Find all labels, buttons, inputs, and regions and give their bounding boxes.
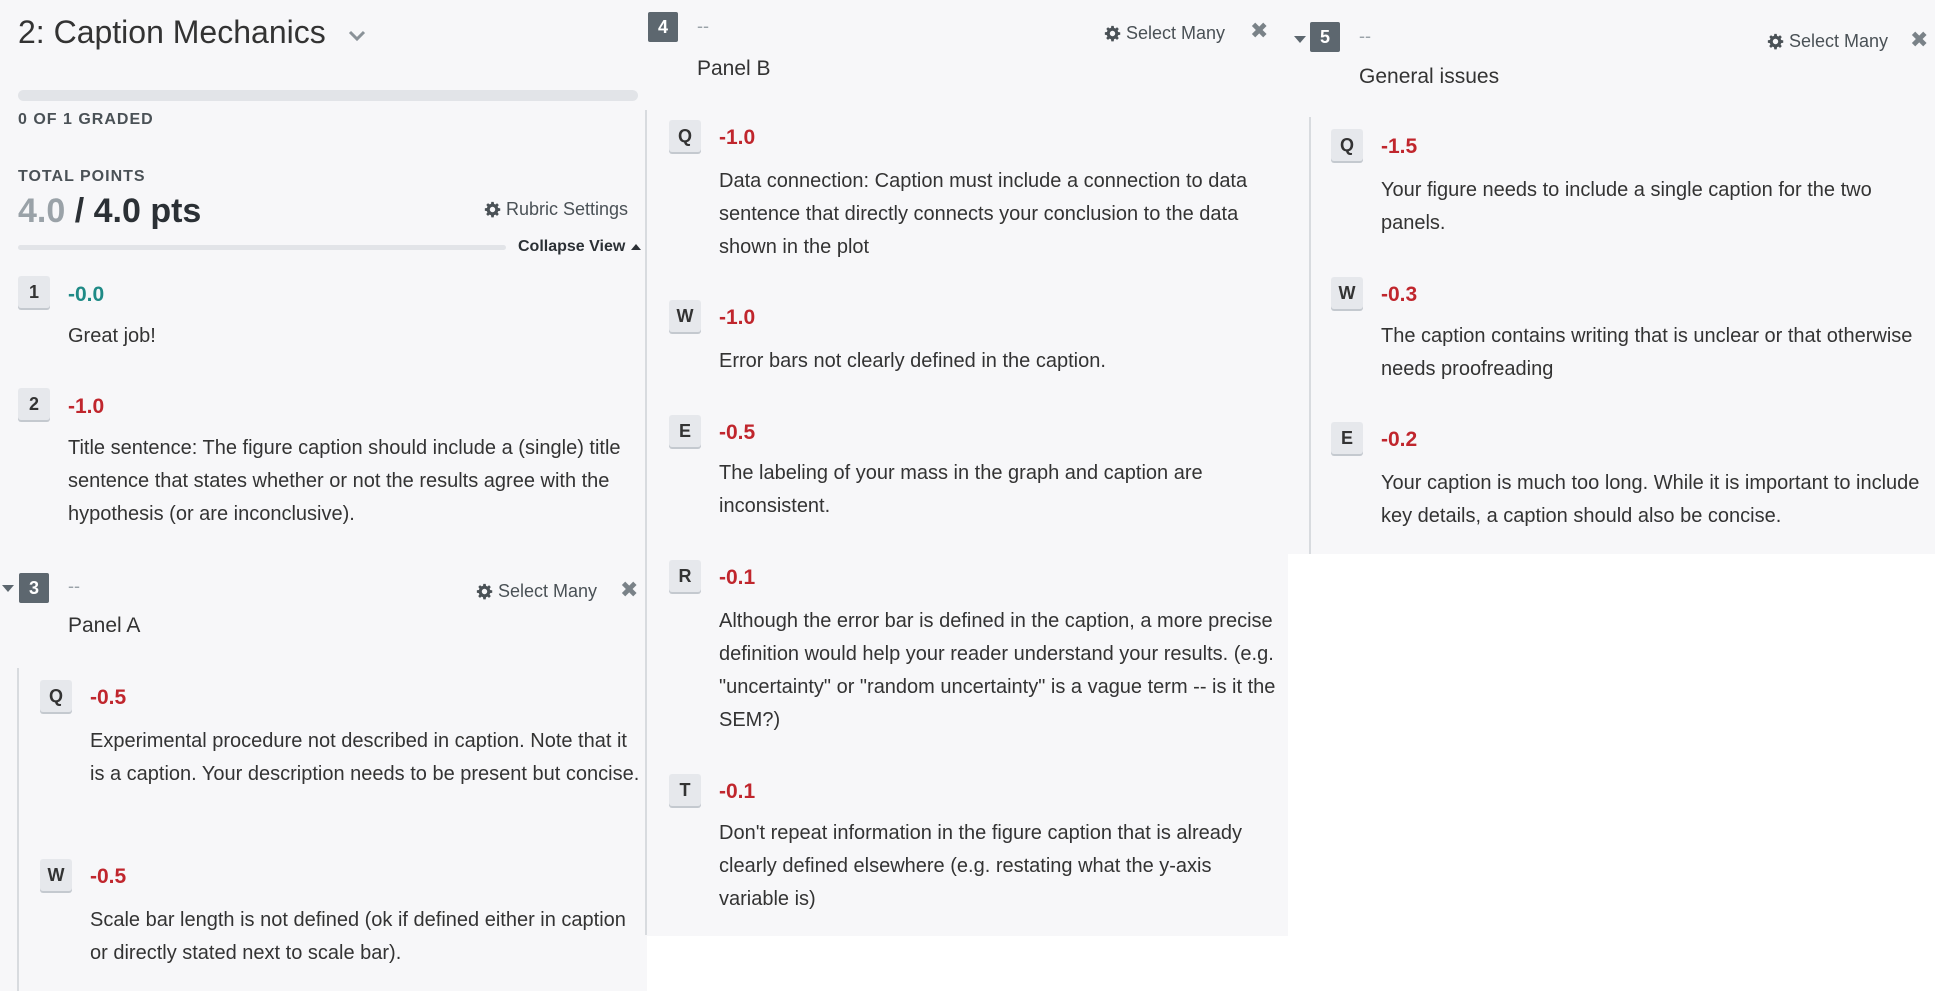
rubric-item-description[interactable]: Your figure needs to include a single ca… bbox=[1381, 174, 1931, 240]
rubric-column-3: 5 -- Select Many ✖ General issues Q -1.5… bbox=[1288, 0, 1935, 554]
rubric-group-title: Panel B bbox=[697, 57, 771, 80]
rubric-item-description[interactable]: Don't repeat information in the figure c… bbox=[719, 817, 1279, 916]
rubric-item-points[interactable]: -0.5 bbox=[90, 686, 126, 710]
rubric-item-key[interactable]: W bbox=[40, 859, 72, 891]
caret-down-icon[interactable] bbox=[1294, 36, 1306, 43]
rubric-item-points[interactable]: -0.0 bbox=[68, 283, 104, 307]
rubric-item-key[interactable]: 2 bbox=[18, 388, 50, 420]
rubric-item-points[interactable]: -1.0 bbox=[719, 126, 755, 150]
rubric-item-description[interactable]: The labeling of your mass in the graph a… bbox=[719, 457, 1279, 523]
group-indent-line bbox=[17, 668, 19, 991]
collapse-view-button[interactable]: Collapse View bbox=[518, 238, 642, 256]
rubric-item-description[interactable]: Experimental procedure not described in … bbox=[90, 725, 640, 791]
points-earned: 4.0 bbox=[18, 192, 66, 230]
group-points-placeholder: -- bbox=[1359, 26, 1371, 46]
rubric-item-key[interactable]: Q bbox=[40, 680, 72, 712]
rubric-item-points[interactable]: -1.5 bbox=[1381, 135, 1417, 159]
select-many-button[interactable]: Select Many bbox=[476, 581, 597, 602]
question-title: 2: Caption Mechanics bbox=[18, 14, 326, 50]
collapse-divider bbox=[18, 245, 506, 250]
graded-count: 0 OF 1 GRADED bbox=[18, 111, 154, 128]
rubric-group-title: General issues bbox=[1359, 65, 1500, 88]
rubric-item-points[interactable]: -0.2 bbox=[1381, 428, 1417, 452]
select-many-label: Select Many bbox=[1789, 31, 1889, 51]
rubric-item-description[interactable]: Data connection: Caption must include a … bbox=[719, 165, 1279, 264]
close-icon[interactable]: ✖ bbox=[620, 577, 638, 603]
caret-up-icon bbox=[631, 244, 642, 250]
collapse-view-label: Collapse View bbox=[518, 238, 626, 255]
rubric-item-description[interactable]: Although the error bar is defined in the… bbox=[719, 605, 1279, 737]
rubric-item-key[interactable]: Q bbox=[1331, 129, 1363, 161]
rubric-item-points[interactable]: -0.1 bbox=[719, 566, 755, 590]
rubric-item-description[interactable]: Great job! bbox=[68, 320, 638, 353]
rubric-item-points[interactable]: -1.0 bbox=[719, 306, 755, 330]
rubric-item-key[interactable]: E bbox=[669, 415, 701, 447]
rubric-group-key[interactable]: 4 bbox=[648, 12, 678, 42]
rubric-item-points[interactable]: -0.5 bbox=[719, 421, 755, 445]
rubric-item-description[interactable]: Scale bar length is not defined (ok if d… bbox=[90, 904, 640, 970]
chevron-down-icon[interactable] bbox=[346, 24, 368, 46]
rubric-item-key[interactable]: W bbox=[669, 300, 701, 332]
rubric-item-description[interactable]: Title sentence: The figure caption shoul… bbox=[68, 432, 638, 531]
grading-progress-bar bbox=[18, 90, 638, 101]
close-icon[interactable]: ✖ bbox=[1250, 18, 1268, 44]
rubric-item-key[interactable]: Q bbox=[669, 120, 701, 152]
group-points-placeholder: -- bbox=[68, 576, 80, 596]
select-many-label: Select Many bbox=[1126, 23, 1226, 43]
rubric-item-description[interactable]: Your caption is much too long. While it … bbox=[1381, 467, 1931, 533]
rubric-item-points[interactable]: -1.0 bbox=[68, 395, 104, 419]
rubric-item-description[interactable]: Error bars not clearly defined in the ca… bbox=[719, 345, 1279, 378]
rubric-item-points[interactable]: -0.5 bbox=[90, 865, 126, 889]
gear-icon bbox=[1767, 33, 1784, 50]
points-possible: / 4.0 pts bbox=[65, 192, 202, 230]
rubric-group-key[interactable]: 5 bbox=[1310, 22, 1340, 52]
rubric-group-key[interactable]: 3 bbox=[19, 573, 49, 603]
group-indent-line bbox=[1309, 117, 1311, 554]
rubric-item-key[interactable]: R bbox=[669, 560, 701, 592]
rubric-settings-label: Rubric Settings bbox=[506, 199, 629, 219]
rubric-item-points[interactable]: -0.3 bbox=[1381, 283, 1417, 307]
select-many-label: Select Many bbox=[498, 581, 598, 601]
total-points-label: TOTAL POINTS bbox=[18, 168, 146, 185]
rubric-group-title: Panel A bbox=[68, 614, 141, 637]
gear-icon bbox=[484, 201, 501, 218]
rubric-item-description[interactable]: The caption contains writing that is unc… bbox=[1381, 320, 1931, 386]
rubric-settings-button[interactable]: Rubric Settings bbox=[484, 199, 628, 220]
rubric-item-key[interactable]: E bbox=[1331, 422, 1363, 454]
rubric-item-key[interactable]: 1 bbox=[18, 276, 50, 308]
gear-icon bbox=[476, 583, 493, 600]
rubric-item-key[interactable]: W bbox=[1331, 277, 1363, 309]
caret-down-icon[interactable] bbox=[2, 585, 14, 592]
rubric-item-key[interactable]: T bbox=[669, 774, 701, 806]
rubric-column-1: 2: Caption Mechanics 0 OF 1 GRADED TOTAL… bbox=[0, 0, 647, 991]
select-many-button[interactable]: Select Many bbox=[1767, 31, 1888, 52]
gear-icon bbox=[1104, 25, 1121, 42]
total-points-value: 4.0 / 4.0 pts bbox=[18, 192, 201, 231]
close-icon[interactable]: ✖ bbox=[1910, 27, 1928, 53]
rubric-item-points[interactable]: -0.1 bbox=[719, 780, 755, 804]
select-many-button[interactable]: Select Many bbox=[1104, 23, 1225, 44]
group-points-placeholder: -- bbox=[697, 16, 709, 36]
rubric-column-2: 4 -- Select Many ✖ Panel B Q -1.0 Data c… bbox=[647, 0, 1288, 936]
